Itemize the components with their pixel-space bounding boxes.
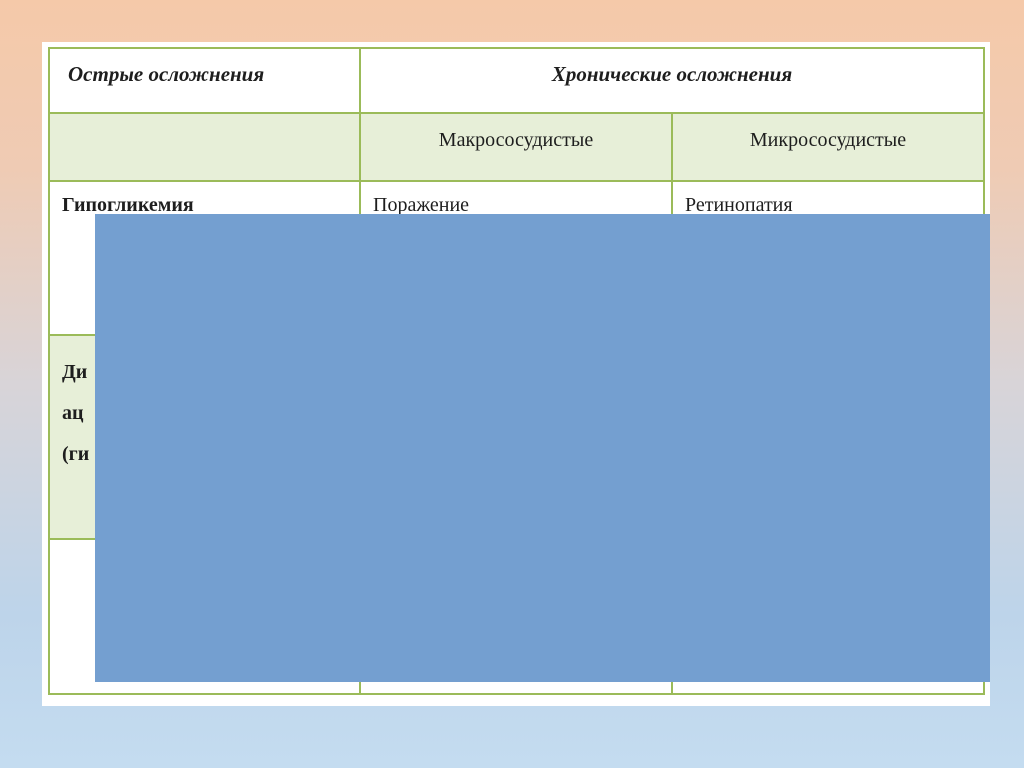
subheader-cell-empty [48, 112, 361, 182]
header-cell-acute: Острые осложнения [48, 47, 361, 114]
table-subheader-row: Макрососудистые Микрососудистые [48, 112, 985, 182]
blue-overlay-rectangle [95, 214, 990, 682]
header-acute-label: Острые осложнения [68, 62, 265, 86]
subheader-cell-micro: Микрососудистые [671, 112, 985, 182]
subheader-micro-label: Микрососудистые [749, 129, 907, 151]
header-chronic-label: Хронические осложнения [551, 62, 793, 86]
row1-acute-text: Гипогликемия [62, 194, 194, 216]
row1-micro-text: Ретинопатия [685, 194, 793, 216]
subheader-cell-macro: Макрососудистые [359, 112, 673, 182]
row1-macro-text: Поражение [373, 194, 470, 216]
table-header-row: Острые осложнения Хронические осложнения [48, 47, 985, 114]
header-cell-chronic: Хронические осложнения [359, 47, 985, 114]
subheader-macro-label: Макрососудистые [438, 129, 594, 151]
